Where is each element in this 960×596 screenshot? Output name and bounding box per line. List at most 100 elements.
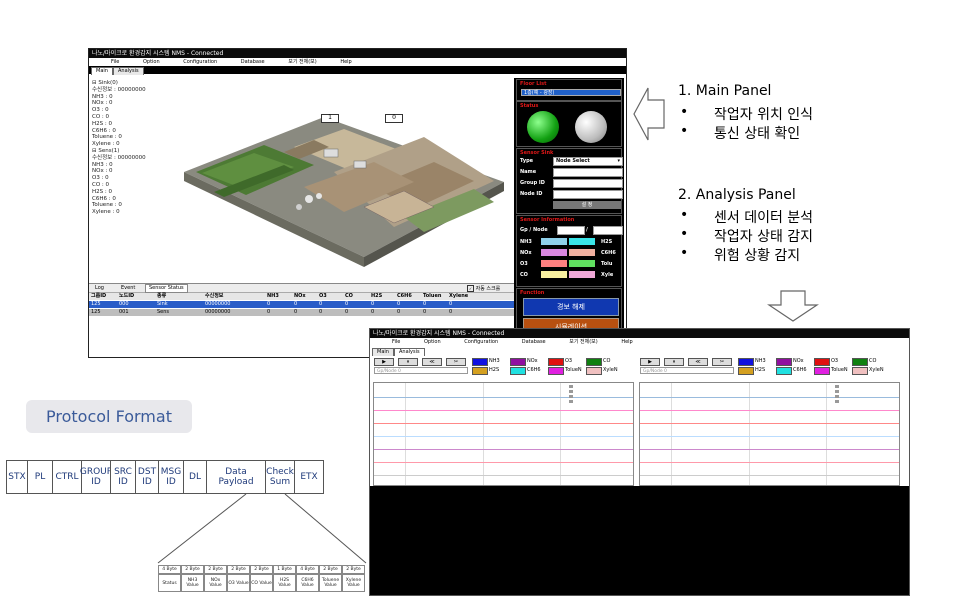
grid-cell: 00000000 [205, 309, 231, 315]
legend-swatch [852, 367, 868, 375]
tree-item[interactable]: NH3 : 0 [92, 162, 172, 169]
building-map-image [184, 117, 504, 267]
tree-item[interactable]: C6H6 : 0 [92, 128, 172, 135]
floor-select[interactable]: 1층(예 - 광장) [521, 89, 621, 96]
tab-analysis[interactable]: Analysis [394, 348, 425, 356]
grid-cell: 0 [294, 309, 298, 315]
alarm-release-button[interactable]: 경보 해제 [523, 298, 619, 316]
tree-item[interactable]: 수신정보 : 00000000 [92, 87, 172, 94]
grid-header-cell[interactable]: Xylene [449, 293, 468, 300]
tree-item[interactable]: O3 : 0 [92, 107, 172, 114]
group-id-field[interactable] [553, 179, 623, 188]
checkbox-icon: ✓ [467, 285, 474, 292]
toolbar-button[interactable]: ✂ [712, 358, 732, 366]
map-marker-box-2[interactable]: 0 [385, 114, 403, 123]
bullet-icon: • [680, 104, 689, 120]
menu-file[interactable]: File [392, 338, 400, 346]
table-row[interactable]: 125 000 Sink 00000000 0 0 0 0 0 0 0 0 [89, 301, 514, 308]
grid-header-cell[interactable]: NOx [294, 293, 306, 300]
sensor-info-title: Sensor Information [520, 217, 575, 223]
tree-item[interactable]: CO : 0 [92, 182, 172, 189]
grid-header-cell[interactable]: H2S [371, 293, 382, 300]
grid-header-cell[interactable]: C6H6 [397, 293, 412, 300]
tree-item[interactable]: NOx : 0 [92, 168, 172, 175]
tree-item[interactable]: 수신정보 : 00000000 [92, 155, 172, 162]
type-select[interactable]: Node Select ▾ [553, 157, 623, 166]
payload-size-cell: 2 Byte [319, 565, 342, 574]
menu-help[interactable]: Help [340, 58, 351, 66]
menu-option[interactable]: Option [143, 58, 160, 66]
tab-analysis[interactable]: Analysis [113, 67, 144, 75]
menu-help[interactable]: Help [621, 338, 632, 346]
graph-marker [835, 395, 839, 398]
tree-item[interactable]: NH3 : 0 [92, 94, 172, 101]
menu-database[interactable]: Database [522, 338, 546, 346]
grid-header-cell[interactable]: 노드ID [119, 293, 134, 300]
gas-value-right [569, 238, 595, 245]
tree-item[interactable]: Xylene : 0 [92, 209, 172, 216]
tree-item[interactable]: H2S : 0 [92, 121, 172, 128]
menu-view[interactable]: 보기 전체(보) [569, 338, 598, 346]
node-selector[interactable]: Gp/Node 0 [374, 367, 468, 374]
tab-sensor-status[interactable]: Sensor Status [145, 284, 188, 293]
menu-configuration[interactable]: Configuration [464, 338, 498, 346]
tree-item[interactable]: CO : 0 [92, 114, 172, 121]
grid-cell: 0 [267, 309, 271, 315]
toolbar-button[interactable]: ✂ [446, 358, 466, 366]
toolbar-button[interactable]: ⏸ [664, 358, 684, 366]
map-marker-box-1[interactable]: 1 [321, 114, 339, 123]
bullet-text: 작업자 위치 인식 [714, 107, 814, 123]
name-field[interactable] [553, 168, 623, 177]
grid-cell: Sink [157, 301, 168, 307]
tree-item[interactable]: NOx : 0 [92, 100, 172, 107]
grid-header-cell[interactable]: Toluen [423, 293, 441, 300]
table-row[interactable]: 125 001 Sens 00000000 0 0 0 0 0 0 0 0 [89, 309, 514, 316]
toolbar-button[interactable]: ▶ [374, 358, 394, 366]
toolbar-button[interactable]: ≪ [422, 358, 442, 366]
set-button[interactable]: 설 정 [553, 201, 621, 209]
tree-item[interactable]: ⊟ Sens(1) [92, 148, 172, 155]
grid-header-cell[interactable]: NH3 [267, 293, 279, 300]
toolbar-button[interactable]: ▶ [640, 358, 660, 366]
node-selector[interactable]: Gp/Node 0 [640, 367, 734, 374]
auto-scroll-checkbox[interactable]: ✓ 자동 스크롤 [467, 285, 500, 292]
graph-series-line [640, 475, 899, 476]
tree-item[interactable]: H2S : 0 [92, 189, 172, 196]
tree-item[interactable]: Xylene : 0 [92, 141, 172, 148]
legend-label: XyleN [603, 367, 618, 373]
node-id-field[interactable] [553, 190, 623, 199]
tree-item[interactable]: Toluene : 0 [92, 134, 172, 141]
tab-main[interactable]: Main [91, 67, 113, 75]
tab-main[interactable]: Main [372, 348, 394, 356]
floor-map[interactable]: 1 0 [174, 77, 514, 305]
tab-event[interactable]: Event [121, 285, 135, 291]
main-panel-window: 나노/마이크로 환경감지 시스템 NMS - Connected File Op… [88, 48, 627, 358]
sensor-graph[interactable] [639, 382, 900, 486]
sensor-graph[interactable] [373, 382, 634, 486]
tab-log[interactable]: Log [95, 285, 104, 291]
graph-series-line [374, 436, 633, 437]
menu-database[interactable]: Database [241, 58, 265, 66]
toolbar-button[interactable]: ⏸ [398, 358, 418, 366]
gas-value-right [569, 260, 595, 267]
menu-configuration[interactable]: Configuration [183, 58, 217, 66]
legend-label: O3 [565, 358, 573, 364]
menu-view[interactable]: 보기 전체(보) [288, 58, 317, 66]
gp-node-separator: / [586, 227, 588, 233]
tree-item[interactable]: O3 : 0 [92, 175, 172, 182]
menu-option[interactable]: Option [424, 338, 441, 346]
menu-file[interactable]: File [111, 58, 119, 66]
grid-header-cell[interactable]: 그룹ID [91, 293, 106, 300]
grid-header-cell[interactable]: 종류 [157, 293, 166, 300]
grid-header-cell[interactable]: 수신정보 [205, 293, 223, 300]
graph-gridline [405, 383, 407, 485]
grid-header-cell[interactable]: CO [345, 293, 353, 300]
grid-header-cell[interactable]: O3 [319, 293, 327, 300]
function-title: Function [520, 290, 545, 296]
tree-item[interactable]: Toluene : 0 [92, 202, 172, 209]
toolbar-button[interactable]: ≪ [688, 358, 708, 366]
legend-swatch [472, 367, 488, 375]
tree-item[interactable]: ⊟ Sink(0) [92, 80, 172, 87]
legend-swatch [776, 358, 792, 366]
tree-item[interactable]: C6H6 : 0 [92, 196, 172, 203]
